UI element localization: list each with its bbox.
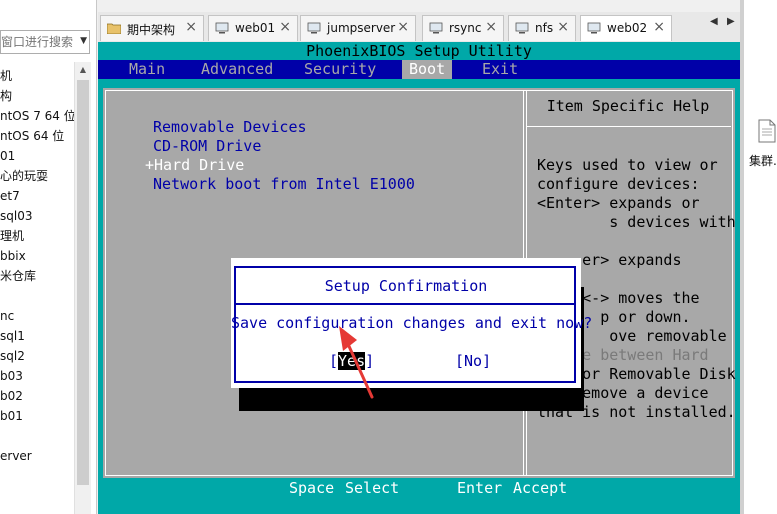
close-icon[interactable]: × — [185, 19, 197, 35]
boot-item-network[interactable]: Network boot from Intel E1000 — [153, 175, 415, 194]
footer-key-space: Space — [289, 479, 335, 497]
close-icon[interactable]: × — [653, 19, 665, 35]
tab-label: 期中架构 — [127, 23, 176, 37]
tab-label: nfs — [535, 21, 554, 35]
vm-tree-item[interactable]: sql03 — [0, 206, 76, 226]
tab-web02[interactable]: web02 × — [580, 15, 672, 41]
library-scrollbar[interactable]: ▲ — [74, 62, 91, 514]
vm-tree-item[interactable]: b02 — [0, 386, 76, 406]
vm-tree-item[interactable]: nc — [0, 306, 76, 326]
menu-main[interactable]: Main — [129, 60, 165, 79]
vm-tree-item[interactable]: 01 — [0, 146, 76, 166]
bios-menu-bar: Main Advanced Security Boot Exit — [98, 60, 740, 79]
tab-web01[interactable]: web01 × — [208, 15, 298, 41]
vm-tree-item[interactable]: sql2 — [0, 346, 76, 366]
vm-tree-item[interactable]: 心的玩耍 — [0, 166, 76, 186]
dialog-message: Save configuration changes and exit now? — [231, 314, 593, 332]
help-line: s devices with — [537, 213, 736, 231]
scrollbar-thumb[interactable] — [77, 80, 89, 485]
yes-label: Yes — [338, 352, 366, 370]
vm-tree-item[interactable]: erver — [0, 446, 76, 466]
menu-boot[interactable]: Boot — [402, 60, 453, 79]
vm-tree-item[interactable]: 米仓库 — [0, 266, 76, 286]
vm-tree-item[interactable]: ntOS 7 64 位 — [0, 106, 76, 126]
help-header-divider — [527, 126, 731, 127]
vm-tree-item[interactable]: b01 — [0, 406, 76, 426]
dialog-separator — [236, 303, 574, 305]
yes-button[interactable]: [Yes] — [329, 352, 374, 371]
vm-tree-item[interactable]: 构 — [0, 86, 76, 106]
vm-tree-item[interactable]: 理机 — [0, 226, 76, 246]
vm-tree-item[interactable]: ntOS 64 位 — [0, 126, 76, 146]
help-title: Item Specific Help — [546, 97, 710, 115]
document-file-icon[interactable] — [758, 119, 776, 143]
tab-scroll-right-icon[interactable]: ▶ — [727, 16, 735, 27]
vm-icon — [515, 22, 529, 34]
desktop-file-label: 集群. — [749, 154, 777, 168]
scroll-up-arrow-icon[interactable]: ▲ — [75, 62, 91, 78]
library-search-box[interactable]: ▼ — [0, 30, 90, 54]
footer-action-accept: Accept — [513, 479, 568, 497]
tab-label: jumpserver — [327, 21, 396, 35]
vm-tree-item[interactable]: bbix — [0, 246, 76, 266]
bios-footer: Space Select Enter Accept — [98, 478, 740, 514]
vm-tree-item[interactable]: sql1 — [0, 326, 76, 346]
help-line: Keys used to view or — [537, 156, 718, 174]
chevron-down-icon[interactable]: ▼ — [80, 36, 87, 46]
vm-tree-item[interactable]: b03 — [0, 366, 76, 386]
close-icon[interactable]: × — [557, 19, 569, 35]
tab-scroll-left-icon[interactable]: ◀ — [710, 16, 718, 27]
vm-tree-item[interactable]: et7 — [0, 186, 76, 206]
menu-advanced[interactable]: Advanced — [201, 60, 273, 79]
vm-tree-item[interactable] — [0, 286, 76, 306]
library-search-input[interactable] — [1, 31, 75, 53]
footer-key-enter: Enter — [457, 479, 503, 497]
menu-security[interactable]: Security — [304, 60, 376, 79]
vm-tab-bar: 期中架构 × web01 × jumpserver × rsync × nfs … — [98, 12, 740, 42]
bracket: [ — [329, 352, 339, 370]
folder-icon — [107, 23, 121, 34]
desktop-area — [744, 0, 777, 514]
tab-rsync[interactable]: rsync × — [422, 15, 504, 41]
vm-tree-item[interactable] — [0, 426, 76, 446]
bios-title: PhoenixBIOS Setup Utility — [98, 42, 740, 60]
vm-icon — [587, 22, 601, 34]
close-icon[interactable]: × — [279, 19, 291, 35]
tab-label: web02 — [607, 21, 648, 35]
tab-jumpserver[interactable]: jumpserver × — [300, 15, 416, 41]
tab-nfs[interactable]: nfs × — [508, 15, 576, 41]
vm-icon — [307, 22, 321, 34]
vm-library-pane: ▼ 机 构 ntOS 7 64 位 ntOS 64 位 01 心的玩耍 et7 … — [0, 0, 97, 514]
dialog-title: Setup Confirmation — [324, 277, 488, 295]
help-line: <Enter> expands or — [537, 194, 700, 212]
vm-console[interactable]: PhoenixBIOS Setup Utility Main Advanced … — [98, 42, 740, 514]
help-line: configure devices: — [537, 175, 700, 193]
setup-confirmation-dialog: Setup Confirmation Save configuration ch… — [231, 258, 593, 388]
close-icon[interactable]: × — [397, 19, 409, 35]
bracket: ] — [365, 352, 375, 370]
no-button[interactable]: [No] — [455, 352, 491, 371]
boot-item-cdrom[interactable]: CD-ROM Drive — [153, 137, 261, 156]
menu-exit[interactable]: Exit — [482, 60, 518, 79]
vm-tree-list: 机 构 ntOS 7 64 位 ntOS 64 位 01 心的玩耍 et7 sq… — [0, 66, 76, 466]
vm-tree-item[interactable]: 机 — [0, 66, 76, 86]
tab-label: web01 — [235, 21, 276, 35]
boot-item-removable[interactable]: Removable Devices — [153, 118, 307, 137]
close-icon[interactable]: × — [485, 19, 497, 35]
tab-label: rsync — [449, 21, 482, 35]
footer-action-select: Select — [345, 479, 400, 497]
tab-期中架构[interactable]: 期中架构 × — [100, 15, 204, 41]
boot-item-hard-drive[interactable]: +Hard Drive — [145, 156, 244, 175]
bios-main-panel: Removable Devices CD-ROM Drive +Hard Dri… — [103, 88, 736, 478]
vm-icon — [215, 22, 229, 34]
vm-icon — [429, 22, 443, 34]
